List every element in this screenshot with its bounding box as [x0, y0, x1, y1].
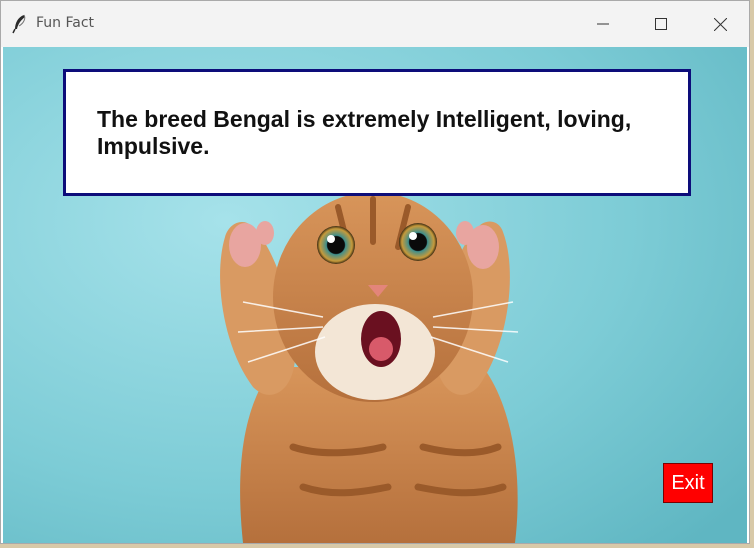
maximize-icon [655, 18, 667, 30]
title-bar[interactable]: Fun Fact [1, 1, 749, 47]
close-icon [713, 17, 727, 31]
minimize-icon [597, 23, 609, 25]
close-button[interactable] [691, 1, 749, 47]
minimize-button[interactable] [574, 1, 632, 47]
window-title: Fun Fact [36, 15, 95, 31]
fact-message-box: The breed Bengal is extremely Intelligen… [63, 69, 691, 196]
fact-text: The breed Bengal is extremely Intelligen… [97, 106, 632, 159]
app-window: Fun Fact The breed Bengal is extremely I… [0, 0, 750, 544]
feather-icon [12, 14, 26, 34]
maximize-button[interactable] [632, 1, 690, 47]
exit-button[interactable]: Exit [663, 463, 713, 503]
content-area: The breed Bengal is extremely Intelligen… [3, 47, 747, 543]
